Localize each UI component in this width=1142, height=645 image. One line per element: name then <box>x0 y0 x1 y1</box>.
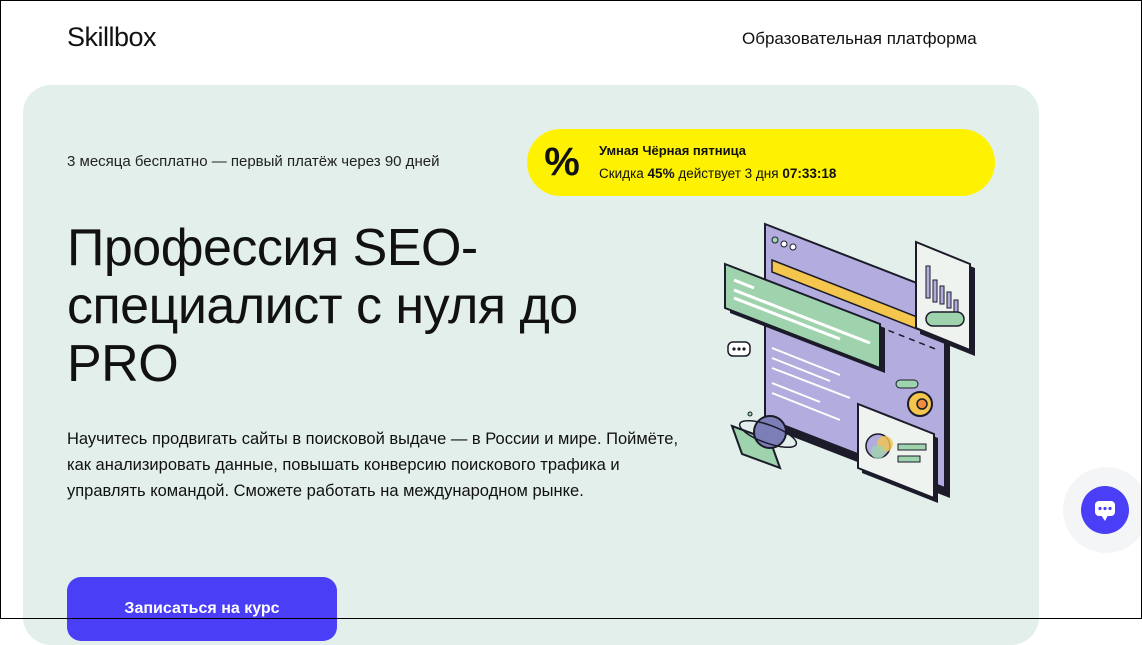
platform-label: Образовательная платформа <box>742 29 977 48</box>
chat-button[interactable] <box>1081 486 1129 534</box>
enroll-button[interactable]: Записаться на курс <box>67 577 337 641</box>
chat-bubble-icon <box>1095 501 1115 521</box>
promo-title: Умная Чёрная пятница <box>599 143 746 158</box>
black-friday-promo-banner[interactable]: % Умная Чёрная пятница Скидка 45% действ… <box>527 129 995 196</box>
promo-subtitle: Скидка 45% действует 3 дня 07:33:18 <box>599 166 837 181</box>
promo-discount: 45% <box>647 166 675 181</box>
course-description: Научитесь продвигать сайты в поисковой в… <box>67 430 679 500</box>
percent-icon: % <box>544 140 580 184</box>
promo-timer: 07:33:18 <box>782 166 837 181</box>
seo-illustration <box>724 222 975 503</box>
skillbox-logo[interactable]: Skillbox <box>67 22 157 53</box>
page-title: Профессия SEO-специалист с нуля до PRO <box>67 219 578 393</box>
free-months-note: 3 месяца бесплатно — первый платёж через… <box>67 153 440 170</box>
